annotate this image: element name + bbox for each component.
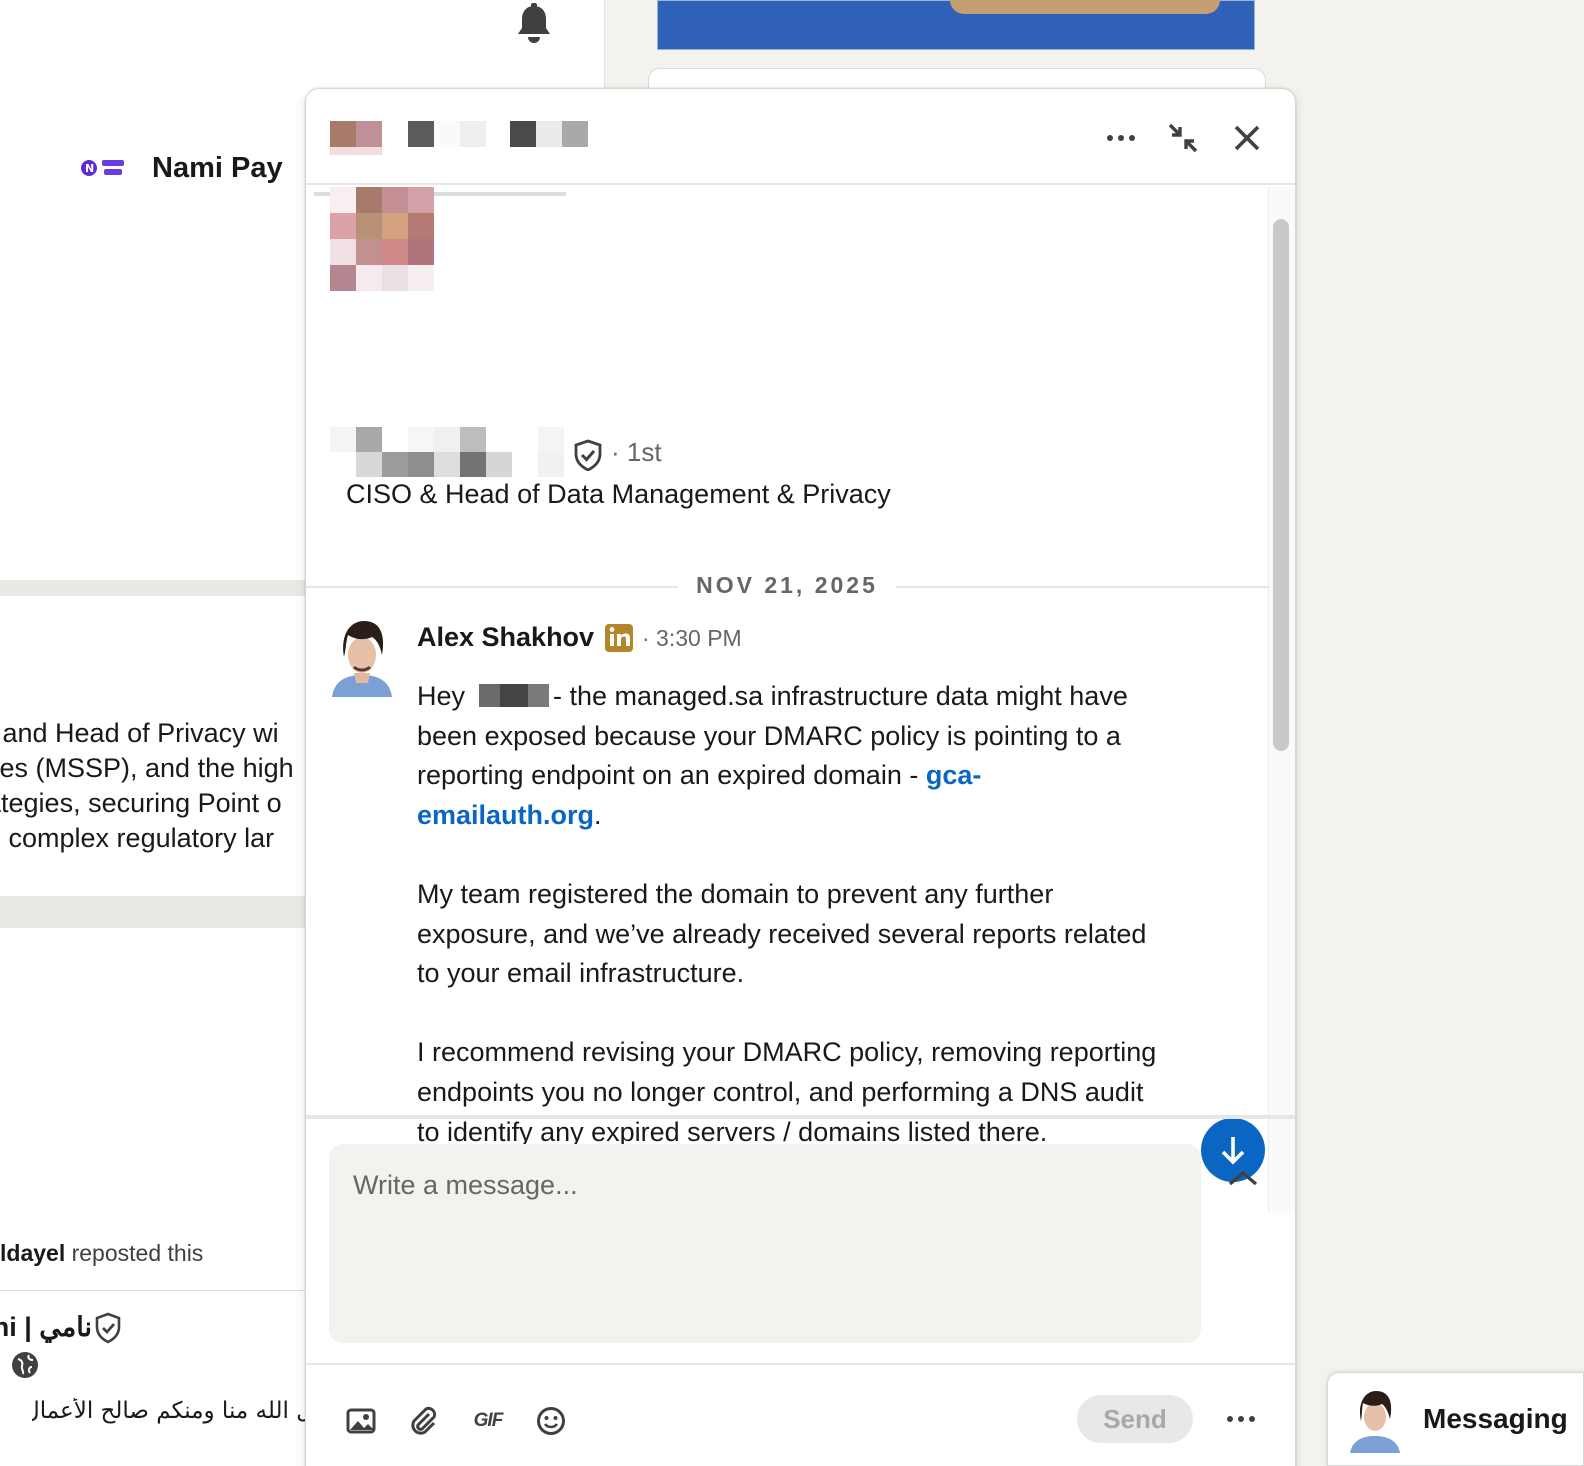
message-timestamp: · 3:30 PM	[642, 625, 742, 651]
gif-button[interactable]: GIF	[466, 1399, 510, 1443]
verified-shield-icon	[95, 1312, 121, 1344]
more-icon	[1107, 135, 1135, 141]
messaging-title[interactable]: Messaging	[1423, 1403, 1568, 1435]
chevron-up-icon	[1228, 1170, 1258, 1186]
compose-area: Write a message...	[306, 1115, 1295, 1375]
messaging-dock[interactable]: Messaging	[1327, 1372, 1584, 1466]
repost-name[interactable]: ldayel	[0, 1240, 65, 1266]
redacted-name	[479, 684, 550, 707]
gif-label: GIF	[473, 1410, 504, 1431]
divider	[0, 1290, 320, 1291]
sender-avatar[interactable]	[324, 615, 400, 697]
bell-icon[interactable]	[512, 2, 556, 46]
image-icon	[346, 1408, 376, 1434]
close-icon	[1234, 125, 1260, 151]
company-name[interactable]: Nami Pay	[152, 152, 283, 185]
date-label: NOV 21, 2025	[306, 572, 1268, 599]
linkedin-premium-icon	[605, 624, 633, 652]
emoji-icon	[537, 1407, 565, 1435]
repost-line: ldayel reposted this	[0, 1240, 203, 1267]
about-line: g complex regulatory lar	[0, 823, 275, 853]
message-input[interactable]: Write a message...	[329, 1144, 1201, 1343]
repost-suffix: reposted this	[65, 1240, 204, 1266]
paperclip-icon	[411, 1406, 437, 1435]
verified-shield-icon	[574, 439, 602, 471]
minimize-button[interactable]	[1158, 113, 1208, 163]
scrollbar-thumb[interactable]	[1273, 219, 1289, 751]
post-text: بل الله منا ومنكم صالح الأعمال	[32, 1398, 320, 1424]
conversation-window: · 1st CISO & Head of Data Management & P…	[305, 88, 1296, 1466]
emoji-button[interactable]	[529, 1399, 573, 1443]
send-button[interactable]: Send	[1077, 1395, 1193, 1443]
user-avatar[interactable]	[1346, 1387, 1404, 1453]
expand-compose-button[interactable]	[1218, 1153, 1268, 1203]
close-button[interactable]	[1222, 113, 1272, 163]
nami-logo-icon[interactable]: N	[80, 156, 128, 180]
post-author-name[interactable]: نامي | ni	[0, 1312, 92, 1343]
attach-file-button[interactable]	[402, 1399, 446, 1443]
sender-name[interactable]: Alex Shakhov	[417, 622, 594, 653]
more-icon	[1227, 1416, 1255, 1422]
banner-image	[950, 0, 1220, 14]
compose-more-button[interactable]	[1216, 1397, 1266, 1441]
globe-icon	[12, 1352, 38, 1378]
about-line: ategies, securing Point o	[0, 788, 282, 818]
redacted-contact-fullname[interactable]	[330, 427, 566, 477]
contact-avatar[interactable]	[330, 187, 434, 291]
message-paragraph: My team registered the domain to prevent…	[417, 878, 1147, 989]
message-text: Hey	[417, 681, 466, 711]
message-list[interactable]: · 1st CISO & Head of Data Management & P…	[306, 187, 1268, 1213]
conversation-header[interactable]	[306, 89, 1295, 185]
date-divider: NOV 21, 2025	[306, 572, 1268, 602]
about-line: ) and Head of Privacy wi	[0, 718, 279, 748]
about-line: ces (MSSP), and the high	[0, 753, 294, 783]
more-options-button[interactable]	[1096, 113, 1146, 163]
about-text: ) and Head of Privacy wi ces (MSSP), and…	[0, 716, 320, 856]
connection-degree: · 1st	[611, 437, 662, 467]
redacted-contact-name[interactable]	[330, 121, 595, 159]
message-text: .	[594, 799, 602, 830]
compose-toolbar: GIF Send	[306, 1363, 1295, 1466]
contact-headline: CISO & Head of Data Management & Privacy	[346, 479, 891, 509]
svg-text:N: N	[85, 162, 94, 175]
attach-image-button[interactable]	[339, 1399, 383, 1443]
minimize-icon	[1168, 123, 1198, 153]
